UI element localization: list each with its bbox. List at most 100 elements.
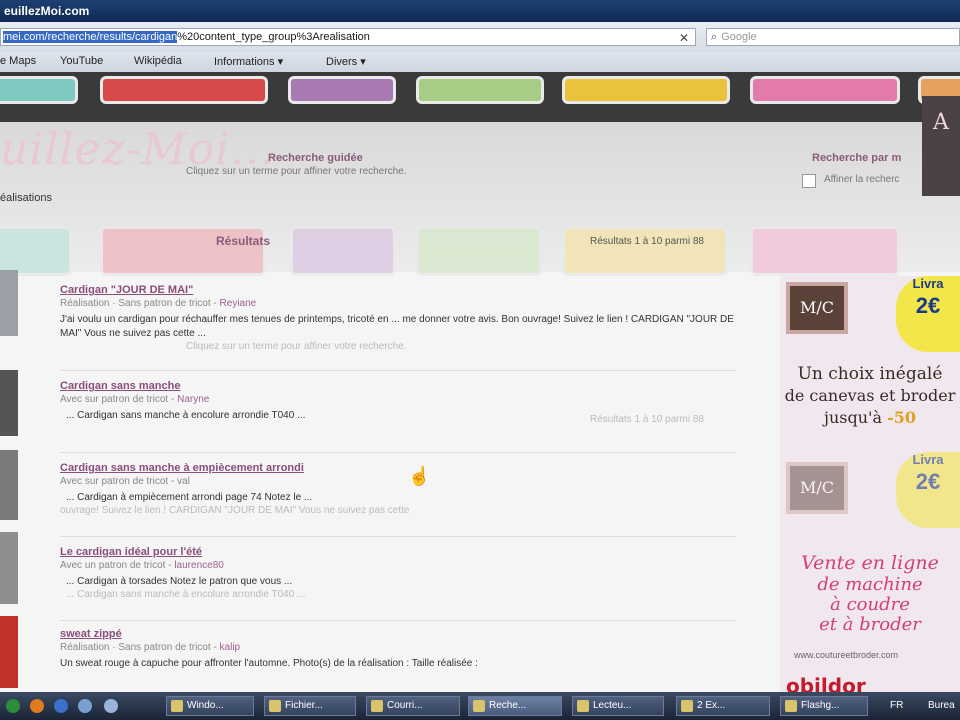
result-title-link[interactable]: Le cardigan idéal pour l'été xyxy=(60,546,736,558)
ad-pink-line: de machine xyxy=(817,574,923,595)
search-by-title: Recherche par m xyxy=(812,152,902,164)
media-icon[interactable] xyxy=(104,699,118,713)
result-author-link[interactable]: Reyiane xyxy=(220,298,257,309)
result-snippet: ... Cardigan à torsades Notez le patron … xyxy=(66,576,293,587)
result-thumbnail[interactable] xyxy=(0,450,18,520)
taskbar-item-label: Windo... xyxy=(187,700,224,711)
refine-checkbox[interactable] xyxy=(802,174,816,188)
result-thumbnail[interactable] xyxy=(0,532,18,604)
spool-faded-purple xyxy=(290,226,396,276)
window-icon xyxy=(681,700,693,712)
guided-search-subtitle: Cliquez sur un terme pour affiner votre … xyxy=(186,166,407,177)
ad-line-text: jusqu'à xyxy=(824,408,882,427)
search-icon: ⌕ xyxy=(711,31,718,43)
window-icon xyxy=(171,700,183,712)
ad-delivery-badge-faded: Livra 2€ xyxy=(896,452,960,528)
ad-brand: obildor xyxy=(786,674,866,692)
taskbar-item[interactable]: Lecteu... xyxy=(572,696,664,716)
ad-line: jusqu'à -50 xyxy=(780,408,960,427)
result-meta: Avec un patron de tricot - laurence80 xyxy=(60,560,736,571)
result-author-link[interactable]: Naryne xyxy=(177,394,209,405)
side-badge[interactable]: A xyxy=(922,96,960,196)
window-icon xyxy=(577,700,589,712)
ad-logo: M/C xyxy=(786,282,848,334)
bookmark-maps[interactable]: e Maps xyxy=(0,55,36,67)
taskbar-item-label: Flashg... xyxy=(801,700,840,711)
taskbar-item[interactable]: Courri... xyxy=(366,696,460,716)
address-text: %20content_type_group%3Arealisation xyxy=(177,31,370,43)
result-footnote: ouvrage! Suivez le lien ! CARDIGAN "JOUR… xyxy=(60,505,410,516)
result-meta-text: Avec sur patron de tricot - val xyxy=(60,476,190,487)
search-input[interactable]: ⌕ Google xyxy=(706,28,960,46)
result-thumbnail[interactable] xyxy=(0,370,18,436)
ad-delivery-label-faded: Livra xyxy=(912,452,944,467)
result-title-link[interactable]: sweat zippé xyxy=(60,628,736,640)
spool-green[interactable] xyxy=(416,76,544,104)
advertisement-banner[interactable]: M/C Livra 2€ Un choix inégalé de canevas… xyxy=(780,276,960,692)
address-selected-text: mei.com/recherche/results/cardigan xyxy=(3,31,178,43)
ad-logo-faded: M/C xyxy=(786,462,848,514)
taskbar-item[interactable]: Windo... xyxy=(166,696,254,716)
result-divider xyxy=(60,536,736,537)
taskbar-item[interactable]: Fichier... xyxy=(264,696,356,716)
results-heading: Résultats xyxy=(216,234,271,248)
search-placeholder: Google xyxy=(721,31,757,43)
ad-line: Un choix inégalé xyxy=(797,364,943,384)
result-snippet: Un sweat rouge à capuche pour affronter … xyxy=(60,658,478,669)
window-icon xyxy=(785,700,797,712)
taskbar-item[interactable]: Flashg... xyxy=(780,696,868,716)
bookmark-wikipedia[interactable]: Wikipédia xyxy=(134,55,182,67)
result-meta: Réalisation · Sans patron de tricot - ka… xyxy=(60,642,736,653)
ad-pink-line: à coudre xyxy=(830,594,910,615)
result-thumbnail[interactable] xyxy=(0,270,18,336)
clear-url-icon[interactable]: ✕ xyxy=(679,30,689,45)
result-snippet: J'ai voulu un cardigan pour réchauffer m… xyxy=(60,314,734,339)
refine-label: Affiner la recherc xyxy=(824,174,900,185)
results-count-faded: Résultats 1 à 10 parmi 88 xyxy=(590,414,704,425)
result-title-link[interactable]: Cardigan sans manche xyxy=(60,380,736,392)
result-author-link[interactable]: kalip xyxy=(220,642,241,653)
explorer-icon[interactable] xyxy=(78,699,92,713)
result-author-link[interactable]: laurence80 xyxy=(174,560,223,571)
spool-banner xyxy=(0,72,960,122)
window-title: euillezMoi.com xyxy=(4,4,90,18)
filter-realisations[interactable]: éalisations xyxy=(0,192,52,204)
window-icon xyxy=(269,700,281,712)
bookmark-divers[interactable]: Divers ▾ xyxy=(326,55,366,68)
result-snippet: ... Cardigan à empiècement arrondi page … xyxy=(66,492,313,503)
navigation-toolbar: mei.com/recherche/results/cardigan%20con… xyxy=(0,22,960,52)
ie-icon[interactable] xyxy=(54,699,68,713)
result-meta: Réalisation · Sans patron de tricot - Re… xyxy=(60,298,736,309)
result-divider xyxy=(60,620,736,621)
guided-search-title: Recherche guidée xyxy=(268,152,363,164)
ad-discount: -50 xyxy=(887,408,916,427)
spool-red[interactable] xyxy=(100,76,268,104)
result-meta-text: Réalisation · Sans patron de tricot - xyxy=(60,298,217,309)
result-item: sweat zippé Réalisation · Sans patron de… xyxy=(60,628,736,671)
spool-banner-faded xyxy=(0,222,900,282)
spool-faded-teal xyxy=(0,226,72,276)
result-footnote: ... Cardigan sans manche à encolure arro… xyxy=(66,589,306,600)
result-title-link[interactable]: Cardigan "JOUR DE MAI" xyxy=(60,284,736,296)
bookmark-youtube[interactable]: YouTube xyxy=(60,55,103,67)
ad-line: de canevas et broder xyxy=(784,386,956,405)
firefox-icon[interactable] xyxy=(30,699,44,713)
start-orb-icon[interactable] xyxy=(6,699,20,713)
taskbar-item-active[interactable]: Reche... xyxy=(468,696,562,716)
address-bar[interactable]: mei.com/recherche/results/cardigan%20con… xyxy=(0,28,696,46)
desktop-toolbar-label[interactable]: Burea xyxy=(928,700,955,711)
bookmark-informations[interactable]: Informations ▾ xyxy=(214,55,283,68)
result-item: Le cardigan idéal pour l'été Avec un pat… xyxy=(60,546,736,600)
result-thumbnail[interactable] xyxy=(0,616,18,688)
ad-pink-line: Vente en ligne xyxy=(801,552,939,574)
window-titlebar: euillezMoi.com xyxy=(0,0,960,22)
taskbar-item-label: Lecteu... xyxy=(593,700,632,711)
ad-delivery-label: Livra xyxy=(912,276,944,291)
language-indicator[interactable]: FR xyxy=(890,700,903,711)
result-title-link[interactable]: Cardigan sans manche à empiècement arron… xyxy=(60,462,736,474)
spool-yellow[interactable] xyxy=(562,76,730,104)
spool-purple[interactable] xyxy=(288,76,396,104)
taskbar-item[interactable]: 2 Ex... xyxy=(676,696,770,716)
spool-pink[interactable] xyxy=(750,76,900,104)
spool-teal[interactable] xyxy=(0,76,78,104)
